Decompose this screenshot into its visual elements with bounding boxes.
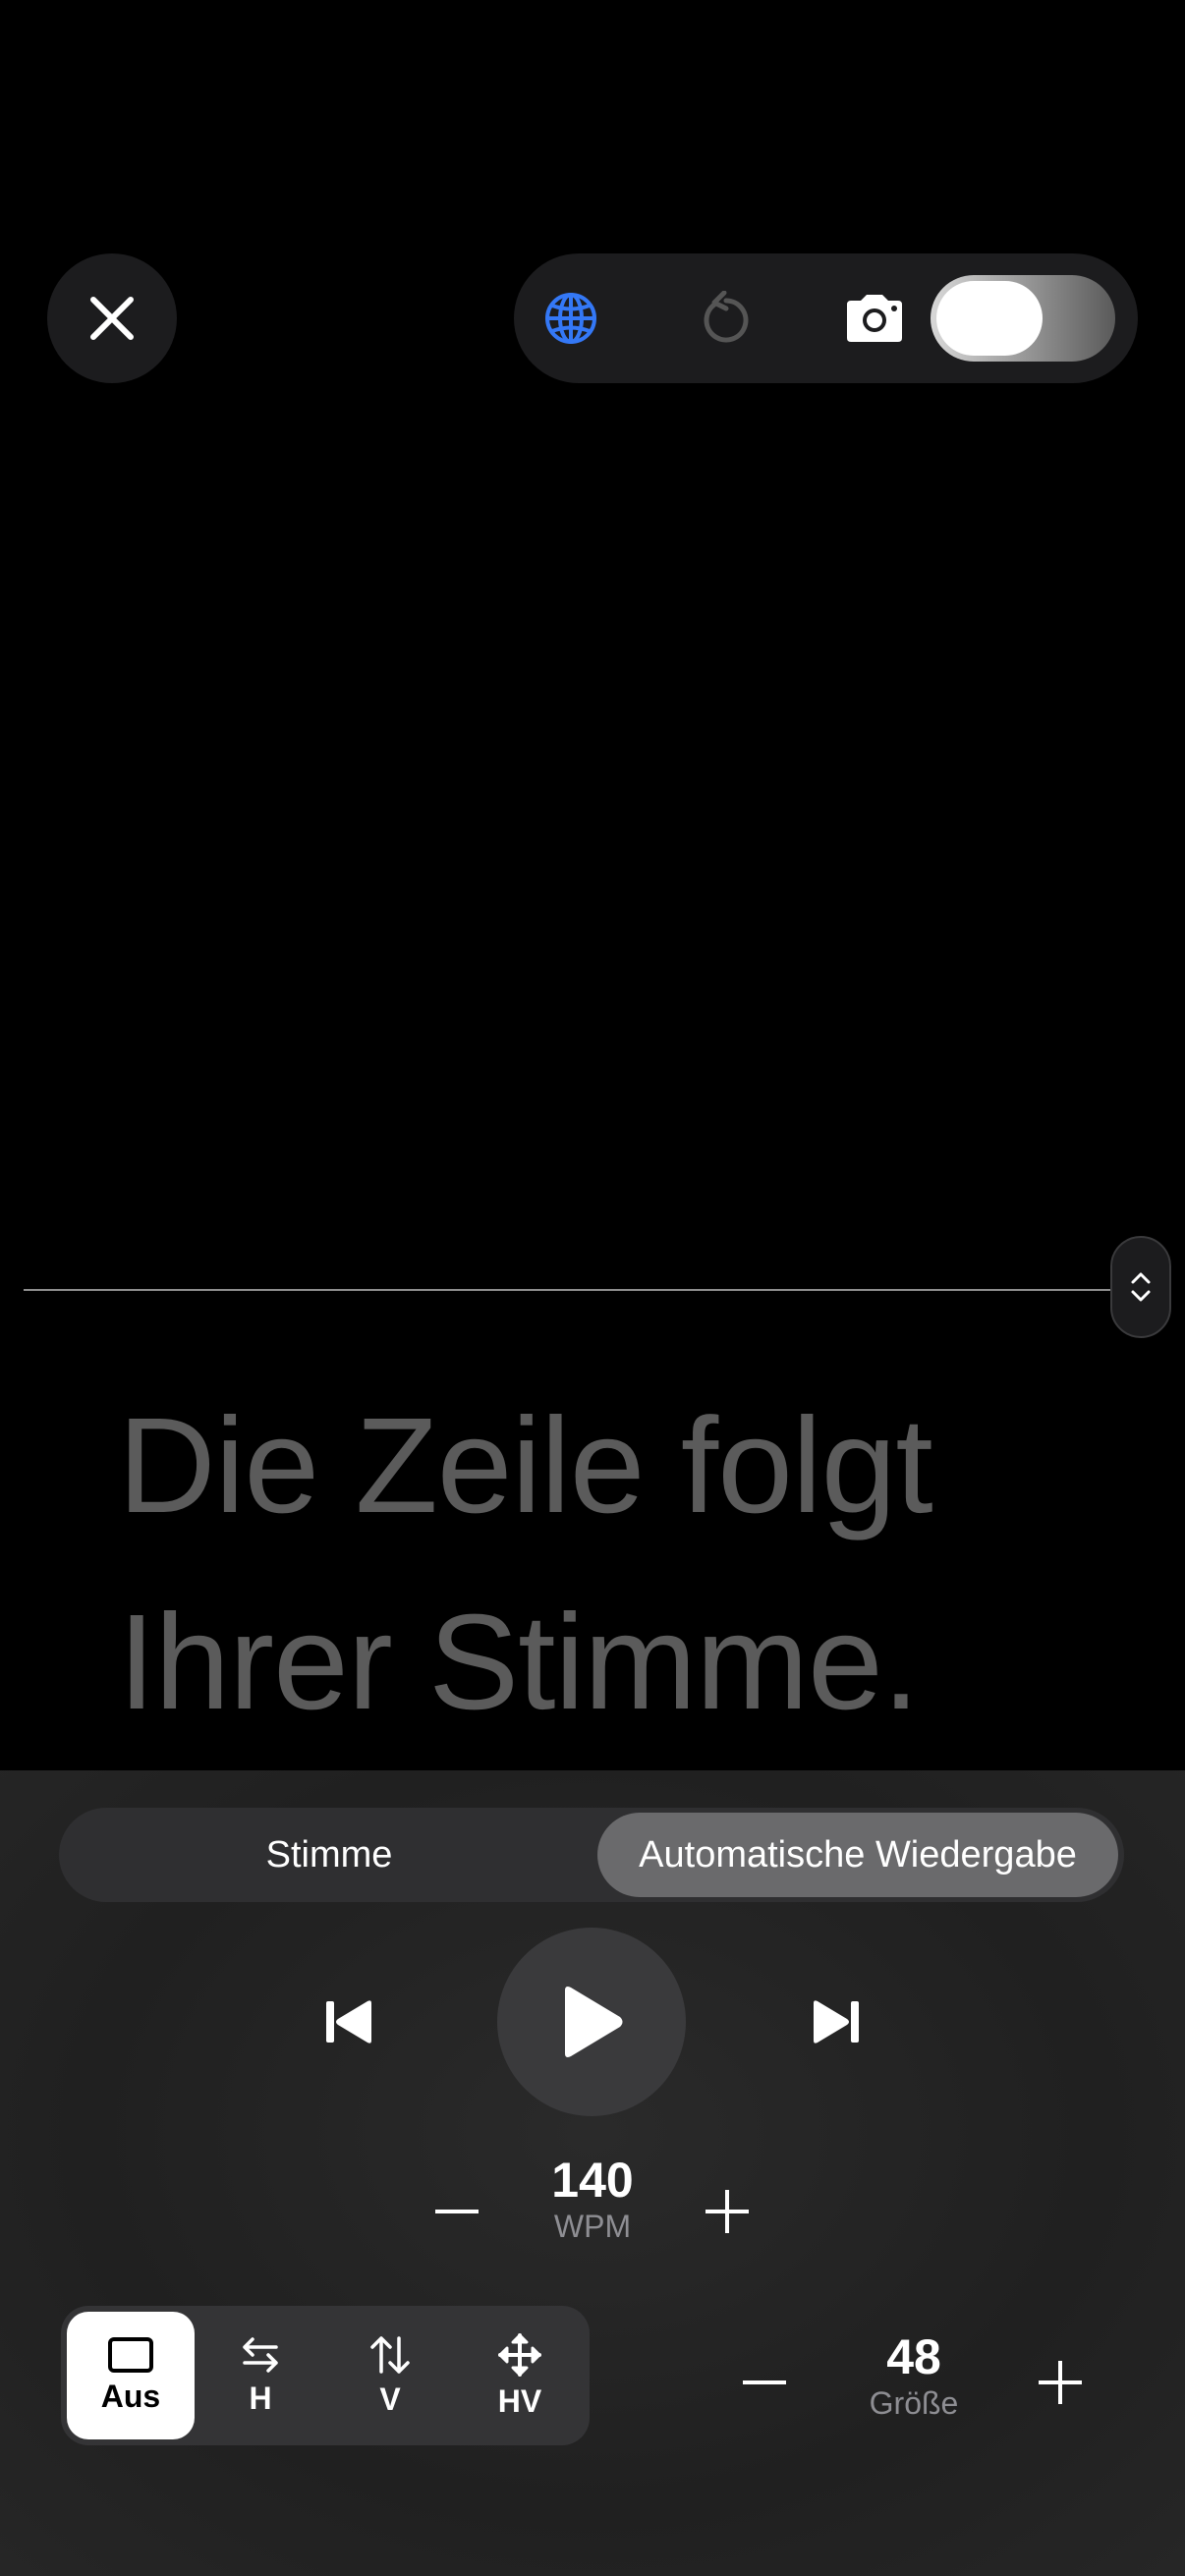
camera-icon: [847, 295, 902, 342]
skip-back-button[interactable]: [310, 1983, 389, 2061]
camera-toggle[interactable]: [931, 275, 1115, 362]
scroll-mode-v[interactable]: V: [326, 2312, 454, 2439]
size-display: 48 Größe: [845, 2328, 983, 2422]
script-text: Die Zeile folgt Ihrer Stimme.: [118, 1368, 1120, 1761]
speed-unit: WPM: [553, 2209, 632, 2244]
scroll-mode-aus[interactable]: Aus: [67, 2312, 195, 2439]
speed-display: 140 WPM: [511, 2152, 674, 2245]
vertical-arrows-icon: [370, 2335, 410, 2374]
speed-decrease-button[interactable]: [423, 2177, 491, 2246]
top-toolbar: [514, 253, 1138, 383]
move-arrows-icon: [498, 2332, 541, 2377]
square-icon: [108, 2336, 153, 2373]
globe-icon: [545, 293, 596, 344]
skip-back-icon: [326, 2000, 371, 2044]
reading-guide-line: [24, 1289, 1110, 1291]
speed-increase-button[interactable]: [693, 2177, 762, 2246]
scroll-mode-label: Aus: [100, 2378, 161, 2414]
plus-icon: [705, 2190, 749, 2233]
play-button[interactable]: [497, 1928, 686, 2116]
script-line: Ihrer Stimme.: [118, 1587, 920, 1738]
chevron-up-down-icon: [1131, 1272, 1151, 1302]
skip-forward-button[interactable]: [796, 1983, 875, 2061]
minus-icon: [743, 2380, 786, 2384]
toggle-knob: [936, 281, 1043, 356]
skip-forward-icon: [814, 2000, 859, 2044]
mode-segmented-control: Stimme Automatische Wiedergabe: [59, 1808, 1124, 1902]
tab-automatische-wiedergabe[interactable]: Automatische Wiedergabe: [597, 1813, 1118, 1897]
control-panel: Stimme Automatische Wiedergabe 140 WPM A…: [0, 1770, 1185, 2576]
size-increase-button[interactable]: [1026, 2348, 1095, 2417]
scroll-mode-label: V: [379, 2380, 401, 2417]
language-button[interactable]: [524, 253, 618, 383]
scroll-mode-group: Aus H V HV: [61, 2306, 590, 2445]
speed-value: 140: [551, 2153, 634, 2208]
minus-icon: [435, 2210, 479, 2213]
scroll-mode-h[interactable]: H: [197, 2312, 324, 2439]
size-value: 48: [886, 2329, 941, 2384]
camera-button[interactable]: [827, 253, 922, 383]
scroll-mode-label: H: [249, 2380, 272, 2416]
guide-handle[interactable]: [1110, 1236, 1171, 1338]
play-icon: [565, 1987, 623, 2057]
script-line: Die Zeile folgt: [118, 1390, 933, 1541]
close-button[interactable]: [47, 253, 177, 383]
close-icon: [90, 297, 134, 340]
plus-icon: [1039, 2361, 1082, 2404]
size-decrease-button[interactable]: [730, 2348, 799, 2417]
horizontal-arrows-icon: [243, 2336, 278, 2373]
reset-icon: [704, 291, 749, 343]
scroll-mode-label: HV: [497, 2382, 542, 2419]
scroll-mode-hv[interactable]: HV: [456, 2312, 584, 2439]
reset-button[interactable]: [677, 253, 771, 383]
size-label: Größe: [869, 2385, 959, 2421]
tab-stimme[interactable]: Stimme: [64, 1813, 594, 1897]
